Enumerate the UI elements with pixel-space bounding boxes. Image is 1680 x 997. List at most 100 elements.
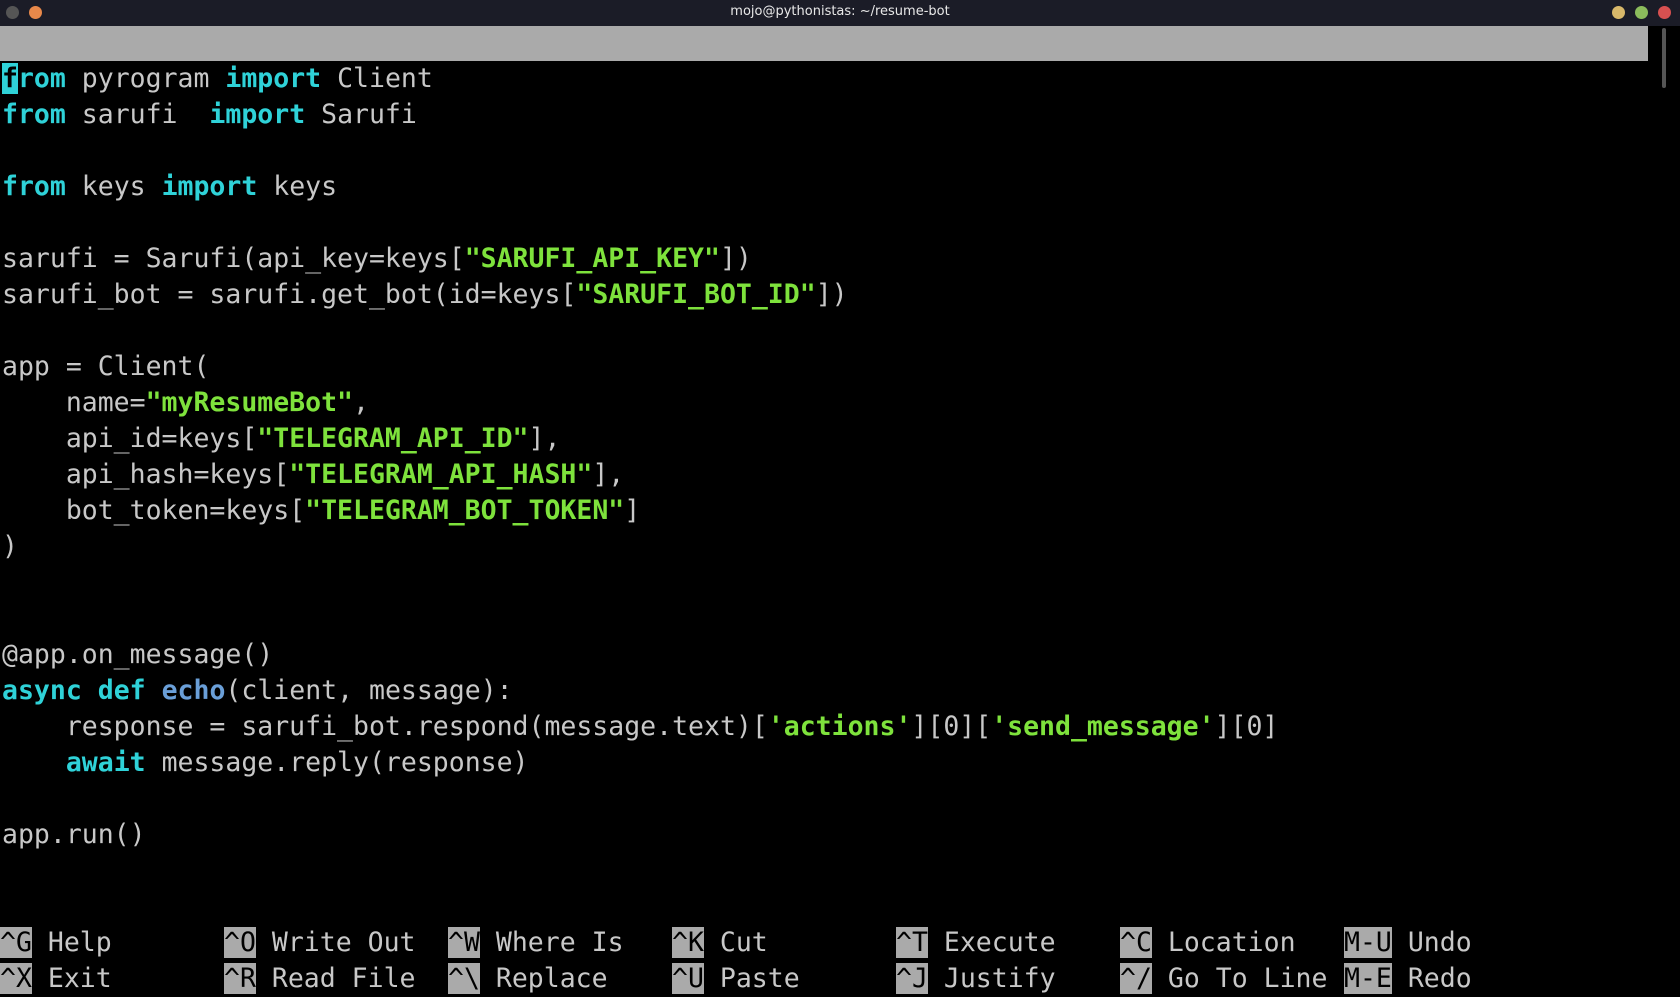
code-text: bot_token=keys[ xyxy=(2,495,306,526)
string-literal: "TELEGRAM_API_HASH" xyxy=(289,459,593,490)
shortcut-key: ^K xyxy=(672,927,704,958)
shortcut-key: ^/ xyxy=(1120,963,1152,994)
shortcut-execute[interactable]: ^T Execute xyxy=(896,925,1056,961)
code-text: response = sarufi_bot.respond(message.te… xyxy=(2,711,768,742)
minimize-button[interactable] xyxy=(1612,6,1625,19)
shortcut-label: Replace xyxy=(495,963,608,994)
shortcut-redo[interactable]: M-E Redo xyxy=(1344,961,1472,997)
code-text: ], xyxy=(592,459,625,490)
code-line[interactable]: sarufi = Sarufi(api_key=keys["SARUFI_API… xyxy=(2,241,1278,277)
shortcut-paste[interactable]: ^U Paste xyxy=(672,961,800,997)
code-line[interactable] xyxy=(2,313,1278,349)
shortcut-cut[interactable]: ^K Cut xyxy=(672,925,768,961)
shortcut-label: Read File xyxy=(271,963,416,994)
shortcut-label: Cut xyxy=(719,927,768,958)
shortcut-location[interactable]: ^C Location xyxy=(1120,925,1296,961)
code-line[interactable] xyxy=(2,133,1278,169)
shortcut-exit[interactable]: ^X Exit xyxy=(0,961,112,997)
code-line[interactable]: from sarufi import Sarufi xyxy=(2,97,1278,133)
code-line[interactable]: api_id=keys["TELEGRAM_API_ID"], xyxy=(2,421,1278,457)
code-line[interactable]: bot_token=keys["TELEGRAM_BOT_TOKEN"] xyxy=(2,493,1278,529)
code-line[interactable] xyxy=(2,601,1278,637)
code-text: Sarufi xyxy=(305,99,417,130)
string-literal: "SARUFI_BOT_ID" xyxy=(576,279,816,310)
string-literal: "TELEGRAM_API_ID" xyxy=(257,423,529,454)
code-line[interactable]: await message.reply(response) xyxy=(2,745,1278,781)
code-text: (client, message): xyxy=(225,675,513,706)
code-text: ], xyxy=(528,423,561,454)
code-text: message.reply(response) xyxy=(145,747,529,778)
code-line[interactable]: from pyrogram import Client xyxy=(2,61,1278,97)
shortcut-label: Location xyxy=(1167,927,1296,958)
code-text: ]) xyxy=(815,279,848,310)
text-cursor: f xyxy=(2,63,18,94)
close-button[interactable] xyxy=(1658,6,1671,19)
scrollbar[interactable] xyxy=(1662,28,1666,88)
shortcut-label: Justify xyxy=(943,963,1056,994)
shortcut-label: Write Out xyxy=(271,927,416,958)
keyword: import xyxy=(225,63,322,94)
keyword: await xyxy=(65,747,146,778)
code-line[interactable] xyxy=(2,781,1278,817)
shortcut-go-to-line[interactable]: ^/ Go To Line xyxy=(1120,961,1327,997)
shortcut-label: Execute xyxy=(943,927,1056,958)
code-text: sarufi_bot = sarufi.get_bot(id=keys[ xyxy=(2,279,577,310)
shortcut-key: ^U xyxy=(672,963,704,994)
string-literal: 'send_message' xyxy=(991,711,1215,742)
code-text: ) xyxy=(2,531,18,562)
code-text: name= xyxy=(2,387,146,418)
code-line[interactable]: async def echo(client, message): xyxy=(2,673,1278,709)
nano-header: GNU nano 6.2 main.py * xyxy=(0,26,1648,129)
window-titlebar: mojo@pythonistas: ~/resume-bot xyxy=(0,0,1680,26)
shortcut-where-is[interactable]: ^W Where Is xyxy=(448,925,624,961)
code-text: , xyxy=(353,387,369,418)
code-text: ]) xyxy=(719,243,752,274)
string-literal: 'actions' xyxy=(767,711,912,742)
string-literal: "myResumeBot" xyxy=(145,387,354,418)
code-line[interactable]: @app.on_message() xyxy=(2,637,1278,673)
shortcut-read-file[interactable]: ^R Read File xyxy=(224,961,415,997)
shortcut-replace[interactable]: ^\ Replace xyxy=(448,961,608,997)
maximize-button[interactable] xyxy=(1635,6,1648,19)
code-text: api_hash=keys[ xyxy=(2,459,290,490)
code-text: @app.on_message() xyxy=(2,639,274,670)
shortcut-key: ^R xyxy=(224,963,256,994)
code-line[interactable]: app.run() xyxy=(2,817,1278,853)
code-line[interactable]: from keys import keys xyxy=(2,169,1278,205)
code-text: sarufi xyxy=(65,99,210,130)
shortcut-key: ^O xyxy=(224,927,256,958)
shortcut-label: Where Is xyxy=(495,927,624,958)
code-line[interactable] xyxy=(2,205,1278,241)
code-text: app = Client( xyxy=(2,351,210,382)
shortcut-justify[interactable]: ^J Justify xyxy=(896,961,1056,997)
keyword: from xyxy=(2,99,66,130)
shortcut-key: ^C xyxy=(1120,927,1152,958)
code-text: keys xyxy=(257,171,338,202)
shortcut-row: ^G Help ^O Write Out ^W Where Is ^K Cut ^T E… xyxy=(0,925,1680,961)
code-line[interactable]: sarufi_bot = sarufi.get_bot(id=keys["SAR… xyxy=(2,277,1278,313)
shortcut-label: Exit xyxy=(47,963,112,994)
shortcut-key: ^J xyxy=(896,963,928,994)
code-editor[interactable]: from pyrogram import Client from sarufi i… xyxy=(2,61,1278,853)
shortcut-key: ^W xyxy=(448,927,480,958)
code-text: keys xyxy=(65,171,162,202)
shortcut-label: Paste xyxy=(719,963,800,994)
code-line[interactable]: api_hash=keys["TELEGRAM_API_HASH"], xyxy=(2,457,1278,493)
shortcut-write-out[interactable]: ^O Write Out xyxy=(224,925,415,961)
keyword: rom xyxy=(17,63,66,94)
shortcut-label: Undo xyxy=(1407,927,1472,958)
code-line[interactable]: name="myResumeBot", xyxy=(2,385,1278,421)
keyword: def xyxy=(97,675,146,706)
shortcut-undo[interactable]: M-U Undo xyxy=(1344,925,1472,961)
code-line[interactable] xyxy=(2,565,1278,601)
keyword: import xyxy=(209,99,306,130)
code-line[interactable]: ) xyxy=(2,529,1278,565)
terminal[interactable]: GNU nano 6.2 main.py * from pyrogram imp… xyxy=(0,26,1680,997)
code-line[interactable]: response = sarufi_bot.respond(message.te… xyxy=(2,709,1279,745)
shortcut-help[interactable]: ^G Help xyxy=(0,925,112,961)
code-line[interactable]: app = Client( xyxy=(2,349,1278,385)
window-title: mojo@pythonistas: ~/resume-bot xyxy=(730,4,950,19)
